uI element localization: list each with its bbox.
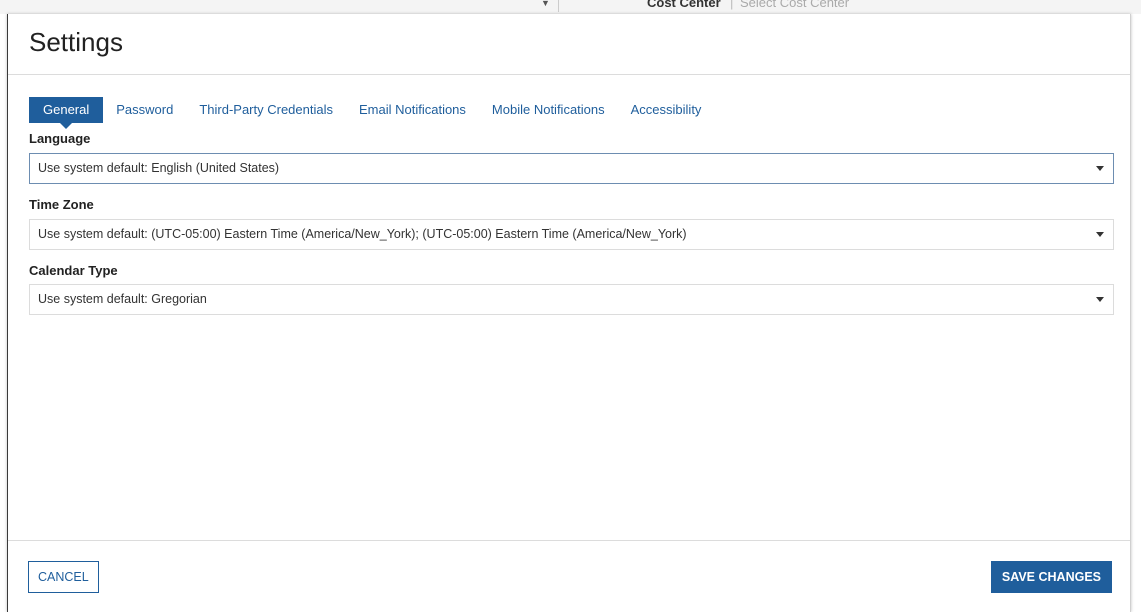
save-changes-button[interactable]: SAVE CHANGES [990,561,1112,593]
settings-modal: Settings General Password Third-Party Cr… [7,14,1131,612]
timezone-select-value: Use system default: (UTC-05:00) Eastern … [38,227,687,241]
tab-mobile-notifications[interactable]: Mobile Notifications [479,97,618,123]
chevron-down-icon [1096,297,1104,302]
calendar-type-select[interactable]: Use system default: Gregorian [29,284,1114,315]
chevron-down-icon [1096,166,1104,171]
modal-footer: CANCEL SAVE CHANGES [8,540,1130,612]
cost-center-select: Select Cost Center [740,0,850,10]
timezone-select[interactable]: Use system default: (UTC-05:00) Eastern … [29,219,1114,250]
background-dropdown-caret-icon: ▼ [541,0,550,8]
cancel-button[interactable]: CANCEL [28,561,99,593]
chevron-down-icon [1096,232,1104,237]
language-label: Language [29,131,91,146]
cost-center-separator: | [730,0,734,10]
settings-tabs: General Password Third-Party Credentials… [29,96,715,129]
cost-center-label: Cost Center [647,0,721,10]
language-select[interactable]: Use system default: English (United Stat… [29,153,1114,184]
tab-email-notifications[interactable]: Email Notifications [346,97,479,123]
tab-password[interactable]: Password [103,97,186,123]
background-divider [558,0,559,12]
language-select-value: Use system default: English (United Stat… [38,161,280,175]
tab-accessibility[interactable]: Accessibility [618,97,715,123]
tab-general[interactable]: General [29,97,104,129]
modal-header: Settings [8,14,1130,75]
background-page: ▼ Cost Center | Select Cost Center [0,0,1141,14]
tab-third-party-credentials[interactable]: Third-Party Credentials [186,97,346,123]
timezone-label: Time Zone [29,197,94,212]
calendar-type-select-value: Use system default: Gregorian [38,292,207,306]
calendar-type-label: Calendar Type [29,263,118,278]
modal-title: Settings [29,27,123,57]
